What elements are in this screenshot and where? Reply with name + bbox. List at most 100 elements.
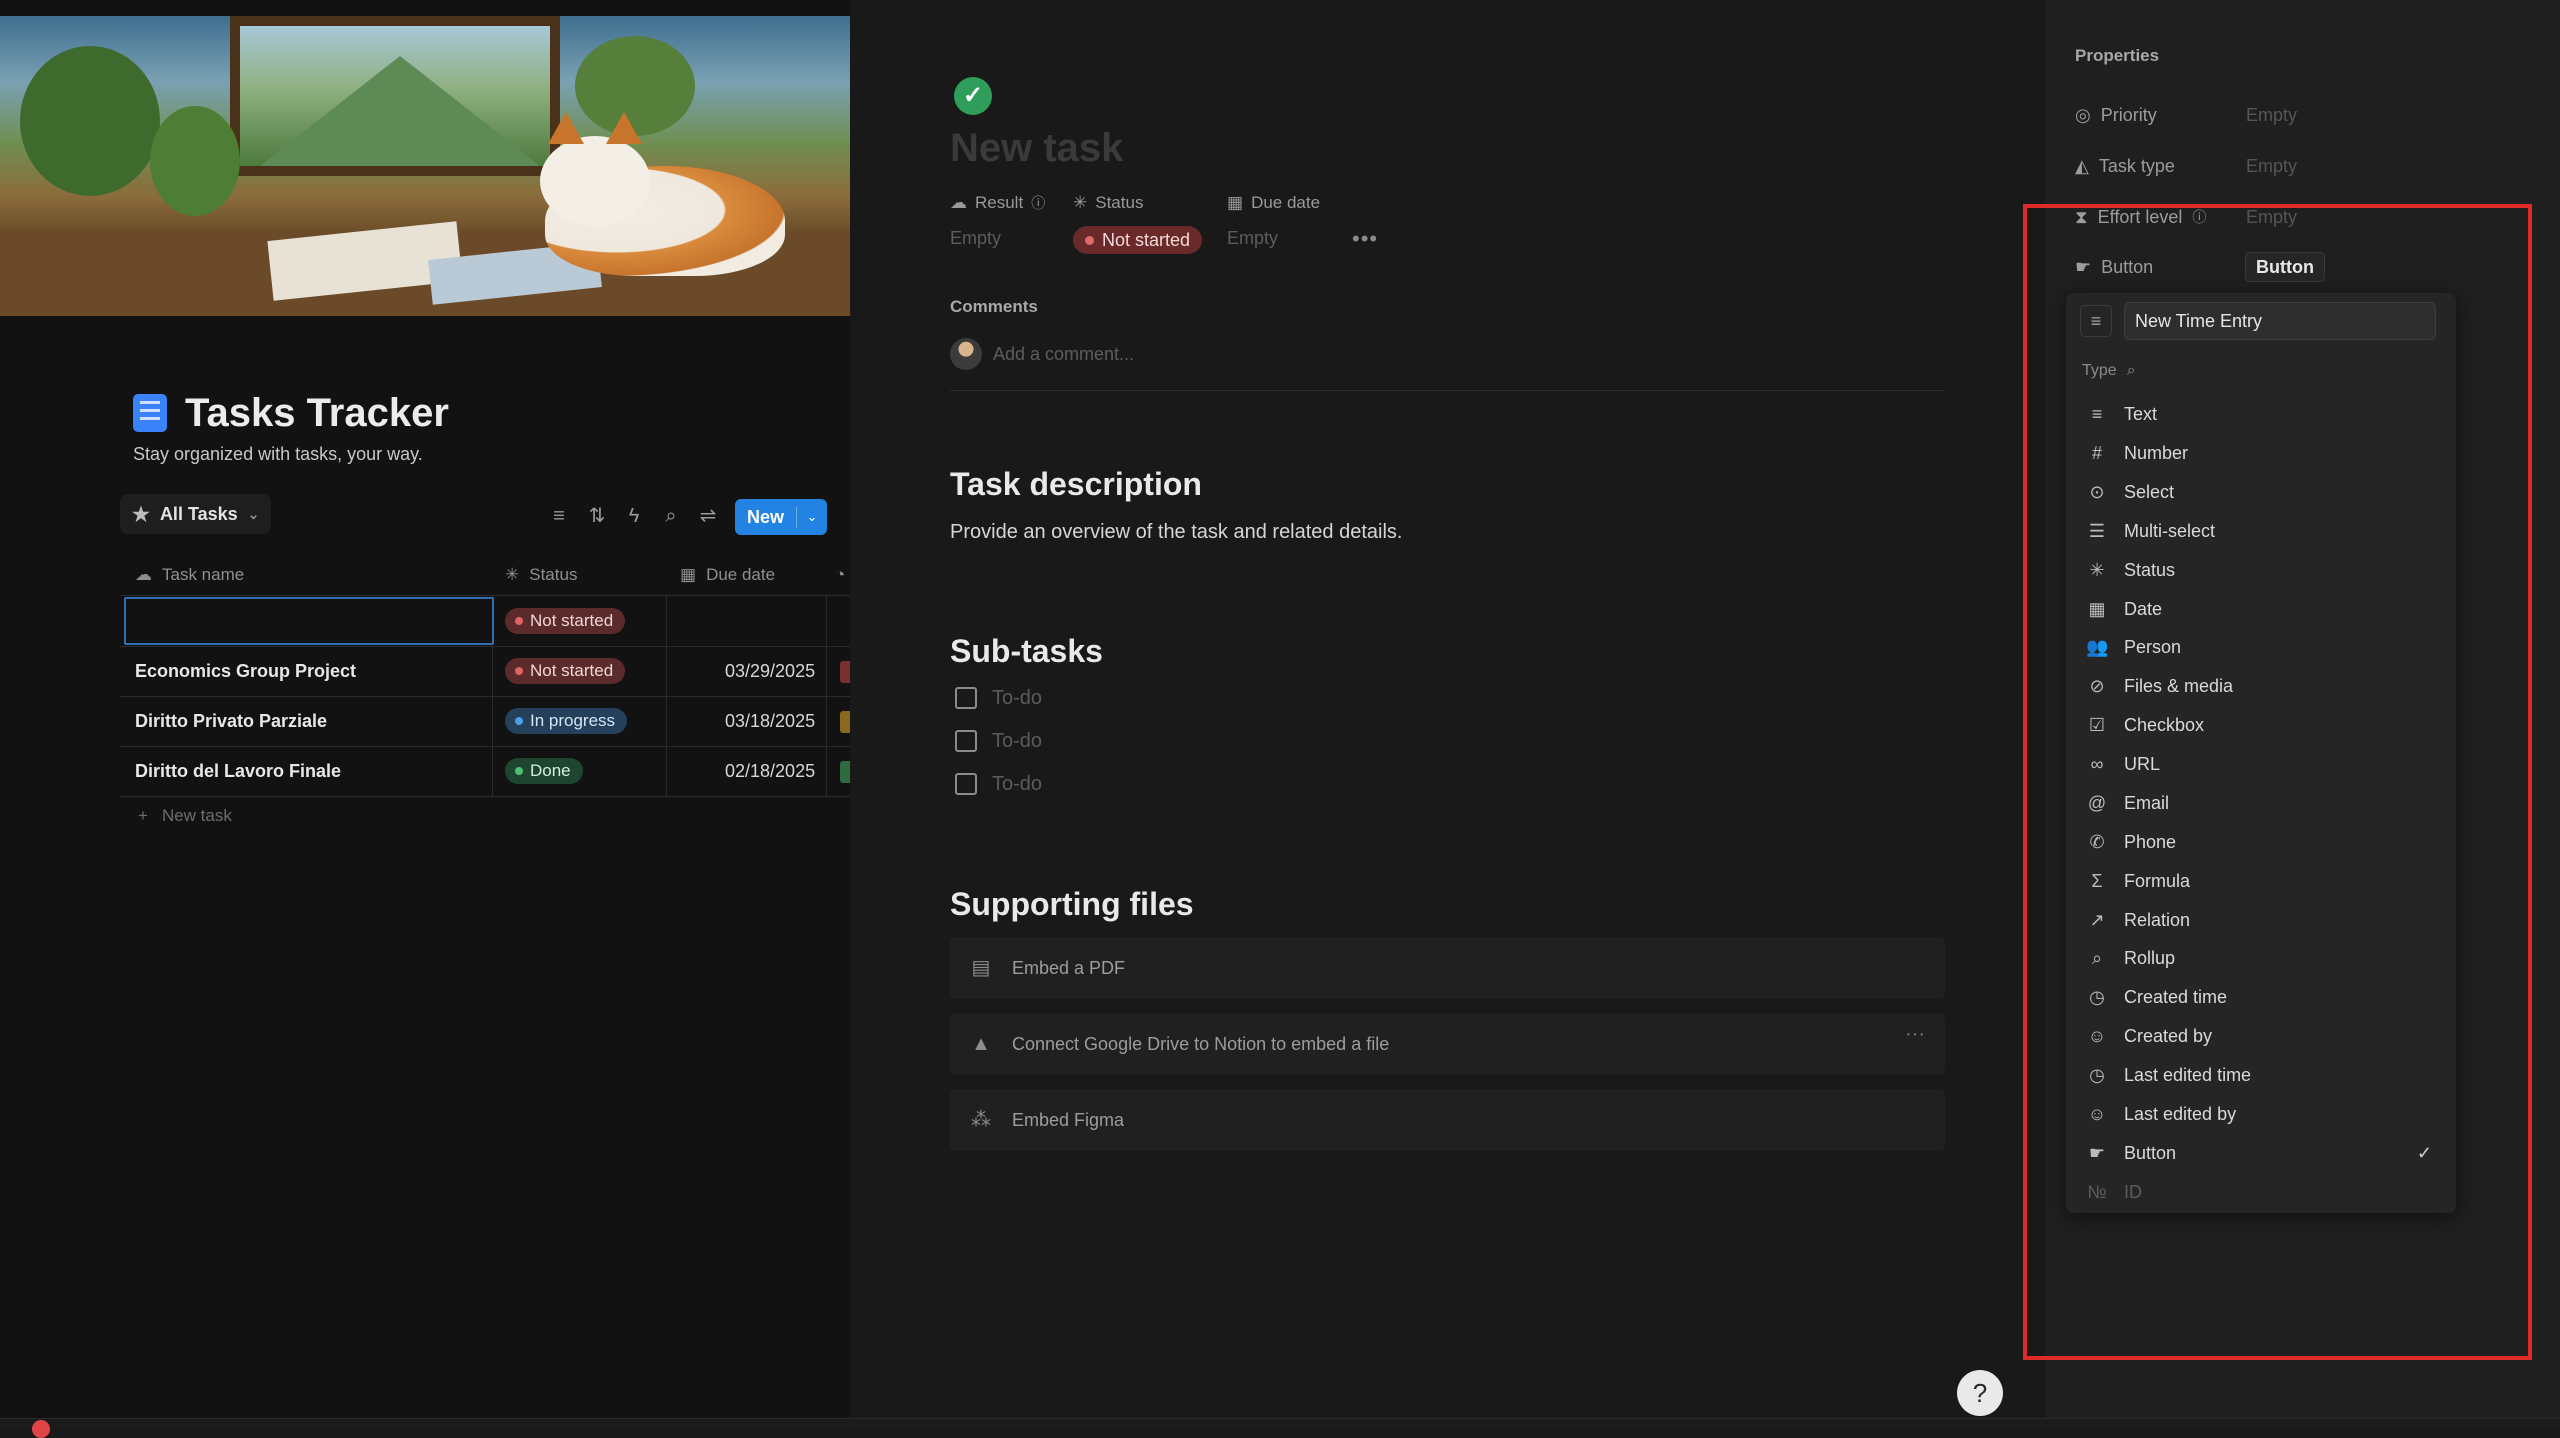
- selected-cell-outline: [124, 597, 494, 645]
- table-row[interactable]: Economics Group Project Not started 03/2…: [120, 646, 850, 696]
- checklist-icon[interactable]: [133, 394, 167, 432]
- todo-text[interactable]: To-do: [992, 687, 1042, 710]
- status-badge[interactable]: Not started: [505, 608, 626, 634]
- filter-icon[interactable]: ≡: [547, 504, 571, 528]
- sort-icon[interactable]: ⇅: [585, 504, 609, 528]
- property-label: Due date: [1251, 193, 1321, 212]
- cover-image[interactable]: [0, 16, 850, 316]
- chevron-down-icon: ⌄: [247, 505, 260, 522]
- todo-item[interactable]: To-do: [955, 726, 1042, 756]
- column-header-due-date[interactable]: ▦ Due date: [680, 560, 775, 590]
- property-status[interactable]: ✳ Status: [1073, 193, 1143, 213]
- todo-text[interactable]: To-do: [992, 773, 1042, 796]
- help-icon[interactable]: ?: [1957, 1370, 2003, 1416]
- task-name-cell[interactable]: Economics Group Project: [135, 646, 356, 696]
- description-text[interactable]: Provide an overview of the task and rela…: [950, 521, 1402, 544]
- property-icon: ◔: [835, 565, 846, 584]
- view-settings-icon[interactable]: ⇌: [696, 504, 720, 528]
- new-task-label: New task: [161, 806, 232, 825]
- priority-chip-clipped: [840, 661, 850, 683]
- new-button-label: New: [735, 506, 797, 528]
- comment-input[interactable]: Add a comment...: [993, 344, 1134, 365]
- task-name-cell[interactable]: Diritto del Lavoro Finale: [135, 746, 341, 796]
- pdf-file-icon: ▤: [971, 957, 991, 979]
- property-label: Task type: [2098, 155, 2175, 176]
- row-divider: [120, 796, 850, 797]
- property-result[interactable]: ☁ Result ⓘ: [950, 193, 1045, 213]
- checkbox[interactable]: [955, 773, 977, 795]
- files-heading[interactable]: Supporting files: [950, 886, 1194, 923]
- view-tab-label: All Tasks: [159, 503, 238, 524]
- embed-figma-block[interactable]: ⁂ Embed Figma: [950, 1089, 1945, 1151]
- due-date-value[interactable]: Empty: [1227, 228, 1278, 249]
- property-priority[interactable]: ◎ Priority: [2075, 100, 2157, 130]
- more-properties-icon[interactable]: •••: [1352, 226, 1378, 252]
- task-title[interactable]: New task: [950, 126, 1123, 171]
- status-badge[interactable]: In progress: [505, 708, 628, 734]
- checkmark-circle-icon[interactable]: ✓: [954, 77, 992, 115]
- priority-value[interactable]: Empty: [2246, 105, 2297, 126]
- todo-item[interactable]: To-do: [955, 683, 1042, 713]
- column-header-status[interactable]: ✳ Status: [505, 560, 577, 590]
- table-row[interactable]: Diritto del Lavoro Finale Done 02/18/202…: [120, 746, 850, 796]
- status-label: Done: [530, 761, 571, 780]
- embed-label: Connect Google Drive to Notion to embed …: [1012, 1033, 1390, 1054]
- status-badge[interactable]: Not started: [1073, 226, 1203, 254]
- more-options-icon[interactable]: ···: [1905, 1023, 1925, 1046]
- status-label: Not started: [1102, 229, 1191, 250]
- search-icon[interactable]: ⌕: [659, 504, 683, 528]
- priority-icon: ◎: [2075, 104, 2091, 125]
- google-drive-icon: ▲: [971, 1033, 991, 1055]
- property-task-type[interactable]: ◭ Task type: [2075, 151, 2175, 181]
- cover-cat-ear: [548, 112, 584, 144]
- page-subtitle: Stay organized with tasks, your way.: [133, 444, 423, 464]
- status-icon: ✳: [505, 565, 520, 584]
- property-due-date[interactable]: ▦ Due date: [1227, 193, 1320, 213]
- task-type-value[interactable]: Empty: [2246, 156, 2297, 177]
- column-header-task-name[interactable]: ☁ Task name: [135, 560, 244, 590]
- property-label: Result: [975, 193, 1024, 212]
- task-name-cell[interactable]: Diritto Privato Parziale: [135, 696, 327, 746]
- subtasks-heading[interactable]: Sub-tasks: [950, 633, 1103, 670]
- priority-chip-clipped: [840, 761, 850, 783]
- cover-mountain: [260, 56, 540, 166]
- view-tab-all-tasks[interactable]: ★ All Tasks ⌄: [120, 494, 272, 534]
- status-dot: [515, 667, 523, 675]
- google-drive-block[interactable]: ▲ Connect Google Drive to Notion to embe…: [950, 1013, 1945, 1075]
- status-dot: [515, 617, 523, 625]
- status-dot: [515, 767, 523, 775]
- new-button[interactable]: New ⌄: [735, 499, 827, 535]
- due-date-cell[interactable]: 03/29/2025: [725, 646, 815, 696]
- comments-label: Comments: [950, 297, 1038, 316]
- column-label: Due date: [706, 565, 776, 584]
- embed-label: Embed a PDF: [1012, 957, 1126, 978]
- status-badge[interactable]: Done: [505, 758, 583, 784]
- star-icon: ★: [132, 503, 150, 526]
- calendar-icon: ▦: [680, 565, 697, 584]
- status-badge[interactable]: Not started: [505, 658, 626, 684]
- todo-item[interactable]: To-do: [955, 769, 1042, 799]
- status-dot: [1085, 235, 1094, 245]
- column-header-more[interactable]: ◔: [835, 560, 845, 590]
- new-task-row[interactable]: + New task: [138, 806, 232, 826]
- divider: [950, 390, 1945, 391]
- info-icon: ⓘ: [1031, 195, 1046, 211]
- result-value[interactable]: Empty: [950, 228, 1001, 249]
- status-icon: ✳: [1073, 193, 1088, 212]
- checkbox[interactable]: [955, 730, 977, 752]
- column-label: Task name: [162, 565, 245, 584]
- cover-cat-ear: [606, 112, 642, 144]
- todo-text[interactable]: To-do: [992, 730, 1042, 753]
- embed-pdf-block[interactable]: ▤ Embed a PDF: [950, 937, 1945, 999]
- automation-bolt-icon[interactable]: ϟ: [622, 504, 646, 528]
- annotation-highlight-box: [2023, 204, 2532, 1360]
- chevron-down-icon[interactable]: ⌄: [797, 509, 827, 525]
- due-date-cell[interactable]: 02/18/2025: [725, 746, 815, 796]
- avatar: [950, 338, 982, 370]
- due-date-cell[interactable]: 03/18/2025: [725, 696, 815, 746]
- page-title[interactable]: Tasks Tracker: [185, 391, 449, 436]
- status-dot: [515, 717, 523, 725]
- table-row[interactable]: Diritto Privato Parziale In progress 03/…: [120, 696, 850, 746]
- checkbox[interactable]: [955, 687, 977, 709]
- description-heading[interactable]: Task description: [950, 466, 1202, 503]
